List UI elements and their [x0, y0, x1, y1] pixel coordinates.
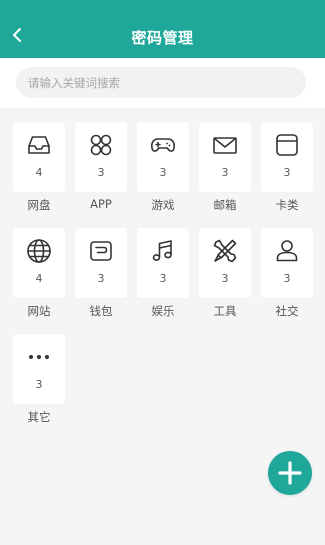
- category-count: 3: [283, 272, 291, 285]
- category-label: 工具: [213, 304, 237, 318]
- category-games[interactable]: 3 游戏: [137, 122, 189, 224]
- category-entertainment[interactable]: 3 娱乐: [137, 228, 189, 330]
- search-bar: [0, 58, 325, 108]
- category-count: 3: [221, 272, 229, 285]
- category-label: 钱包: [89, 304, 113, 318]
- category-count: 3: [159, 166, 167, 179]
- category-label: 娱乐: [151, 304, 175, 318]
- category-card[interactable]: 3: [261, 122, 313, 192]
- card-icon: [273, 131, 301, 159]
- category-label: 网站: [27, 304, 51, 318]
- category-count: 3: [221, 166, 229, 179]
- more-dots-icon: [25, 343, 53, 371]
- category-netdisk[interactable]: 4 网盘: [13, 122, 65, 224]
- category-card[interactable]: 3: [261, 228, 313, 298]
- category-cards[interactable]: 3 卡类: [261, 122, 313, 224]
- category-card[interactable]: 3: [137, 228, 189, 298]
- category-count: 3: [97, 166, 105, 179]
- category-wallet[interactable]: 3 钱包: [75, 228, 127, 330]
- page-title: 密码管理: [131, 29, 194, 47]
- app-grid-icon: [87, 131, 115, 159]
- app-header: 密码管理: [0, 0, 325, 58]
- category-label: 其它: [27, 410, 51, 424]
- category-label: 游戏: [151, 198, 175, 212]
- gamepad-icon: [149, 131, 177, 159]
- category-card[interactable]: 3: [13, 334, 65, 404]
- plus-icon: [278, 461, 302, 485]
- category-other[interactable]: 3 其它: [13, 334, 65, 436]
- inbox-tray-icon: [25, 131, 53, 159]
- category-label: APP: [90, 197, 112, 211]
- category-card[interactable]: 3: [199, 228, 251, 298]
- wallet-icon: [87, 237, 115, 265]
- category-card[interactable]: 3: [75, 122, 127, 192]
- category-count: 3: [97, 272, 105, 285]
- music-note-icon: [149, 237, 177, 265]
- category-count: 3: [159, 272, 167, 285]
- category-label: 网盘: [27, 198, 51, 212]
- category-count: 4: [35, 166, 43, 179]
- category-card[interactable]: 4: [13, 122, 65, 192]
- user-icon: [273, 237, 301, 265]
- category-label: 社交: [275, 304, 299, 318]
- category-card[interactable]: 4: [13, 228, 65, 298]
- category-app[interactable]: 3 APP: [75, 122, 127, 224]
- category-label: 邮箱: [213, 198, 237, 212]
- category-website[interactable]: 4 网站: [13, 228, 65, 330]
- category-label: 卡类: [275, 198, 299, 212]
- category-count: 3: [283, 166, 291, 179]
- category-card[interactable]: 3: [75, 228, 127, 298]
- category-count: 3: [35, 378, 43, 391]
- globe-icon: [25, 237, 53, 265]
- category-count: 4: [35, 272, 43, 285]
- category-social[interactable]: 3 社交: [261, 228, 313, 330]
- category-email[interactable]: 3 邮箱: [199, 122, 251, 224]
- mail-icon: [211, 131, 239, 159]
- category-card[interactable]: 3: [137, 122, 189, 192]
- search-input[interactable]: [16, 67, 306, 98]
- tools-icon: [211, 237, 239, 265]
- add-button[interactable]: [268, 451, 312, 495]
- category-tools[interactable]: 3 工具: [199, 228, 251, 330]
- category-card[interactable]: 3: [199, 122, 251, 192]
